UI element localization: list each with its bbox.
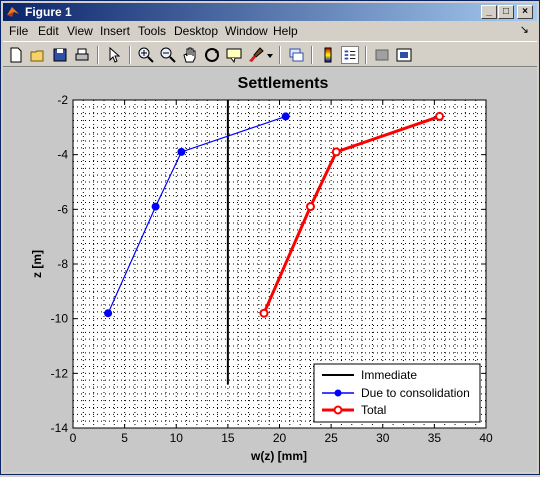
y-tick-label: -10 <box>51 312 69 326</box>
print-icon[interactable] <box>73 46 91 64</box>
x-tick-label: 40 <box>479 431 493 445</box>
data-point-total <box>259 308 269 318</box>
show-plot-tools-icon[interactable] <box>395 46 413 64</box>
y-tick-label: -4 <box>57 148 68 162</box>
x-tick-label: 30 <box>376 431 390 445</box>
data-point-total <box>331 147 341 157</box>
x-tick-label: 0 <box>70 431 77 445</box>
toolbar-separator <box>279 46 281 64</box>
data-point-total <box>435 111 445 121</box>
data-point-consolidation <box>281 112 290 121</box>
settlements-chart: 0 5 10 15 20 25 30 35 40 -2 -4 -6 -8 -10 -12 -14 Settle… <box>30 75 493 463</box>
toolbar-separator <box>311 46 313 64</box>
chart-title: Settlements <box>238 75 329 92</box>
insert-colorbar-icon[interactable] <box>319 46 337 64</box>
x-axis-label: w(z) [mm] <box>250 449 307 463</box>
toolbar-separator <box>97 46 99 64</box>
save-icon[interactable] <box>51 46 69 64</box>
y-tick-label: -2 <box>57 93 68 107</box>
x-tick-label: 25 <box>324 431 338 445</box>
legend-marker-consolidation <box>334 389 342 397</box>
x-tick-label: 5 <box>121 431 128 445</box>
zoom-out-icon[interactable] <box>159 46 177 64</box>
data-point-consolidation <box>104 309 113 318</box>
legend-label-immediate: Immediate <box>361 368 417 382</box>
menu-window[interactable]: Window <box>225 24 268 38</box>
pan-hand-icon[interactable] <box>181 46 199 64</box>
edit-plot-arrow-icon[interactable] <box>105 46 123 64</box>
menu-edit[interactable]: Edit <box>38 24 59 38</box>
data-point-total <box>305 202 315 212</box>
rotate-3d-icon[interactable] <box>203 46 221 64</box>
menu-desktop[interactable]: Desktop <box>174 24 218 38</box>
matlab-logo-icon <box>7 7 19 17</box>
minimize-button[interactable]: _ <box>481 5 497 19</box>
brush-dropdown-icon[interactable] <box>265 46 275 64</box>
y-tick-label: -14 <box>51 421 69 435</box>
x-tick-label: 15 <box>221 431 235 445</box>
brush-icon[interactable] <box>247 46 265 64</box>
toolbar-separator <box>129 46 131 64</box>
x-tick-label: 35 <box>428 431 442 445</box>
menu-file[interactable]: File <box>9 24 28 38</box>
menu-bar: File Edit View Insert Tools Desktop Wind… <box>3 22 537 40</box>
link-plot-icon[interactable] <box>287 46 305 64</box>
y-axis-label: z [m] <box>30 250 44 278</box>
insert-legend-icon[interactable] <box>341 46 359 64</box>
x-tick-label: 20 <box>273 431 287 445</box>
figure-toolbar <box>3 41 537 67</box>
y-tick-label: -6 <box>57 202 68 216</box>
data-point-consolidation <box>177 147 186 156</box>
window-title: Figure 1 <box>25 5 72 19</box>
figure-window: Figure 1 _ □ × File Edit View Insert Too… <box>0 0 540 475</box>
y-tick-label: -12 <box>51 366 69 380</box>
menu-insert[interactable]: Insert <box>100 24 130 38</box>
maximize-button[interactable]: □ <box>498 5 514 19</box>
legend-marker-total <box>333 405 343 415</box>
x-tick-label: 10 <box>170 431 184 445</box>
data-cursor-icon[interactable] <box>225 46 243 64</box>
new-figure-icon[interactable] <box>7 46 25 64</box>
open-file-icon[interactable] <box>29 46 47 64</box>
legend[interactable]: Immediate Due to consolidation Total <box>313 363 481 423</box>
title-bar[interactable]: Figure 1 _ □ × <box>3 3 537 21</box>
dock-figure-icon[interactable]: ↘ <box>520 23 529 36</box>
legend-label-total: Total <box>361 403 386 417</box>
y-tick-label: -8 <box>57 257 68 271</box>
figure-canvas: 0 5 10 15 20 25 30 35 40 -2 -4 -6 -8 -10 -12 -14 Settle… <box>3 68 537 472</box>
close-button[interactable]: × <box>517 5 533 19</box>
zoom-in-icon[interactable] <box>137 46 155 64</box>
toolbar-separator <box>365 46 367 64</box>
menu-tools[interactable]: Tools <box>138 24 166 38</box>
menu-help[interactable]: Help <box>273 24 298 38</box>
legend-label-consolidation: Due to consolidation <box>361 386 470 400</box>
hide-plot-tools-icon[interactable] <box>373 46 391 64</box>
menu-view[interactable]: View <box>67 24 93 38</box>
data-point-consolidation <box>151 202 160 211</box>
